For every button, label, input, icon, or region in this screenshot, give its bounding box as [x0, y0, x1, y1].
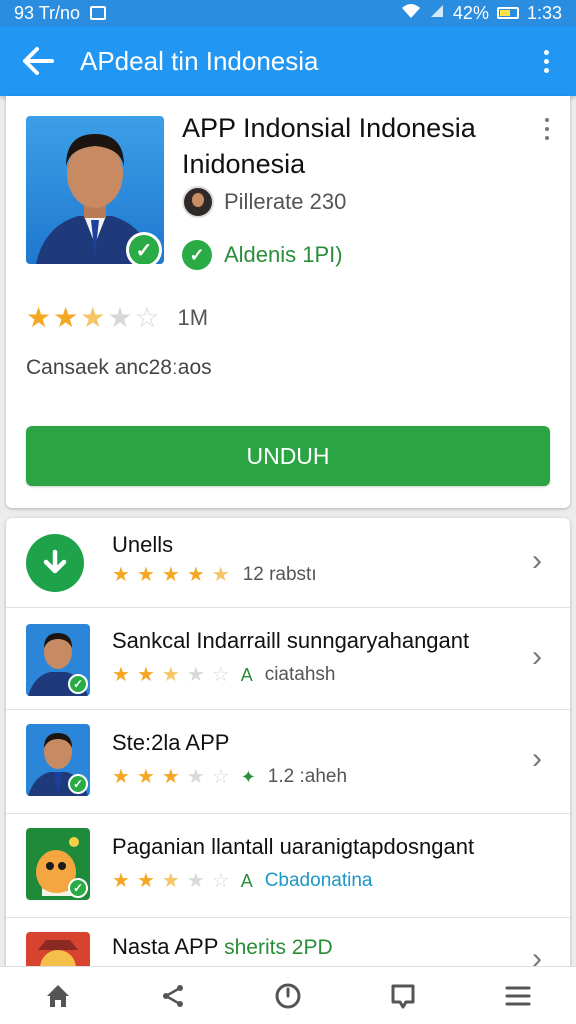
- list-item-title: Unells: [112, 532, 174, 557]
- verified-row: ✓ Aldenis 1PI): [182, 240, 343, 270]
- developer-name: Pillerate 230: [224, 189, 347, 214]
- person-app-icon: ✓: [26, 724, 90, 796]
- arrow-left-icon: [23, 47, 54, 75]
- more-vert-icon: [545, 118, 549, 122]
- list-item-subtitle: ciatahsh: [264, 664, 336, 685]
- list-item[interactable]: ✓ Sankcal Indarraill sunngaryahangant ★ ★…: [6, 608, 570, 710]
- chat-icon: [391, 984, 415, 1008]
- nav-home-button[interactable]: [28, 971, 88, 1021]
- rating-count: 1M: [177, 305, 209, 330]
- app-hero-image: ✓: [26, 116, 164, 264]
- nav-history-button[interactable]: [258, 971, 318, 1021]
- list-item-subtitle: 12 rabstı: [242, 564, 317, 585]
- bottom-navigation: [0, 966, 576, 1024]
- nav-menu-button[interactable]: [488, 971, 548, 1021]
- star-half-icon: ★: [80, 302, 106, 333]
- status-bar: 93 Tr/no 42% 1:33: [0, 0, 576, 26]
- card-more-button[interactable]: [542, 118, 552, 140]
- list-item[interactable]: ✓ Ste:2la APP ★ ★ ★ ★ ☆ ✦ 1.2 :aheh ›: [6, 710, 570, 814]
- list-item[interactable]: Unells ★ ★ ★ ★ ★ 12 rabstı ›: [6, 518, 570, 608]
- check-circle-icon: ✓: [182, 240, 212, 270]
- list-item-title: Sankcal Indarraill sunngaryahangant: [112, 628, 470, 653]
- download-button[interactable]: UNDUH: [26, 426, 550, 486]
- app-category: Cansaek anc28ːaos: [26, 356, 212, 379]
- developer-row[interactable]: Pillerate 230: [182, 186, 346, 218]
- battery-icon: [496, 7, 519, 19]
- nav-share-button[interactable]: [143, 971, 203, 1021]
- star-outline-icon: ☆: [134, 302, 160, 333]
- chevron-right-icon: ›: [532, 640, 542, 673]
- battery-percent: 42%: [452, 2, 489, 23]
- mascot-app-icon: ✓: [26, 828, 90, 900]
- star-icon: ★: [53, 302, 79, 333]
- check-icon: ✓: [68, 774, 88, 794]
- share-icon: [162, 984, 183, 1007]
- wifi-icon: [401, 3, 421, 24]
- back-button[interactable]: [18, 41, 58, 81]
- list-item-title: Ste:2la APP: [112, 730, 230, 755]
- verified-label: Aldenis 1PI): [224, 242, 343, 267]
- check-icon: ✓: [68, 674, 88, 694]
- download-icon: [26, 534, 84, 592]
- list-item-rating: ★ ★ ★ ★ ☆ A ciatahsh: [112, 664, 336, 686]
- list-item-subtitle: Cbadonatina: [264, 870, 373, 891]
- person-app-icon: ✓: [26, 624, 90, 696]
- list-item-rating: ★ ★ ★ ★ ★ 12 rabstı: [112, 564, 317, 586]
- signal-icon: [429, 3, 445, 24]
- star-rating: ★ ★ ★ ★ ☆: [26, 304, 162, 332]
- menu-icon: [505, 986, 531, 1005]
- star-icon: ★: [26, 302, 52, 333]
- app-detail-card: ✓ APP Indonsial Indonesia Inidonesia Pil…: [6, 96, 570, 508]
- list-item-title: Paganian llantall uaranigtapdosngant: [112, 834, 475, 859]
- home-icon: [46, 984, 69, 1007]
- list-item-title: Nasta APP sherits 2PD: [112, 934, 333, 959]
- app-bar-title: APdeal tin Indonesia: [80, 45, 319, 76]
- status-left-text: 93 Tr/no: [14, 2, 81, 23]
- developer-avatar: [182, 186, 214, 218]
- star-outline-icon: ★: [107, 302, 133, 333]
- verified-check-icon: ✓: [126, 232, 162, 264]
- chevron-right-icon: ›: [532, 544, 542, 577]
- list-item[interactable]: ✓ Paganian llantall uaranigtapdosngant ★…: [6, 814, 570, 918]
- nav-chat-button[interactable]: [373, 971, 433, 1021]
- app-bar: APdeal tin Indonesia: [0, 26, 576, 96]
- app-title: APP Indonsial Indonesia Inidonesia: [182, 113, 476, 179]
- related-apps-list: Unells ★ ★ ★ ★ ★ 12 rabstı › ✓ Sankcal Indar…: [6, 518, 570, 978]
- more-vert-icon: [543, 49, 549, 55]
- list-item-rating: ★ ★ ★ ★ ☆ ✦ 1.2 :aheh: [112, 766, 348, 788]
- chevron-right-icon: ›: [532, 742, 542, 775]
- clipboard-icon: [90, 6, 107, 20]
- list-item-subtitle: 1.2 :aheh: [267, 766, 348, 787]
- rating-row: ★ ★ ★ ★ ☆ 1M: [26, 304, 208, 332]
- overflow-menu-button[interactable]: [534, 41, 558, 81]
- check-icon: ✓: [68, 878, 88, 898]
- clock-time: 1:33: [526, 2, 562, 23]
- clock-icon: [275, 983, 301, 1008]
- list-item-rating: ★ ★ ★ ★ ☆ A Cbadonatina: [112, 870, 373, 892]
